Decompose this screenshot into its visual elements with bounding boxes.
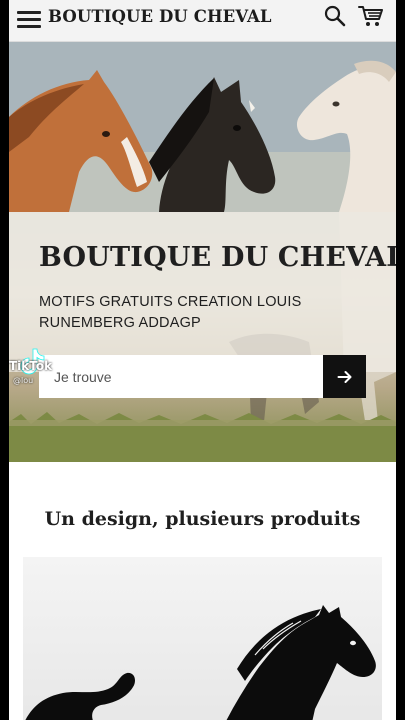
search-submit-button[interactable]	[323, 355, 366, 398]
search-input[interactable]	[39, 355, 323, 398]
cart-icon[interactable]	[358, 3, 384, 29]
tiktok-watermark-label: TikTok	[9, 359, 53, 373]
hamburger-menu-icon[interactable]	[17, 8, 41, 30]
arrow-right-icon	[337, 370, 351, 383]
hero-subtitle: MOTIFS GRATUITS CREATION LOUIS RUNEMBERG…	[39, 294, 302, 331]
section-title: Un design, plusieurs produits	[44, 508, 361, 530]
phone-frame: BOUTIQUE DU CHEVAL BOUTIQUE DU CHEVAL MO…	[9, 0, 396, 720]
site-header: BOUTIQUE DU CHEVAL	[9, 0, 396, 42]
horse-silhouette-image	[25, 605, 376, 720]
search-icon[interactable]	[323, 4, 347, 28]
brand-logo-text[interactable]: BOUTIQUE DU CHEVAL	[48, 7, 272, 26]
tiktok-watermark-handle: @lou	[13, 376, 34, 385]
product-card-image[interactable]	[23, 557, 382, 720]
hero-title: BOUTIQUE DU CHEVAL	[39, 242, 396, 273]
hero-banner: BOUTIQUE DU CHEVAL MOTIFS GRATUITS CREAT…	[9, 42, 396, 462]
